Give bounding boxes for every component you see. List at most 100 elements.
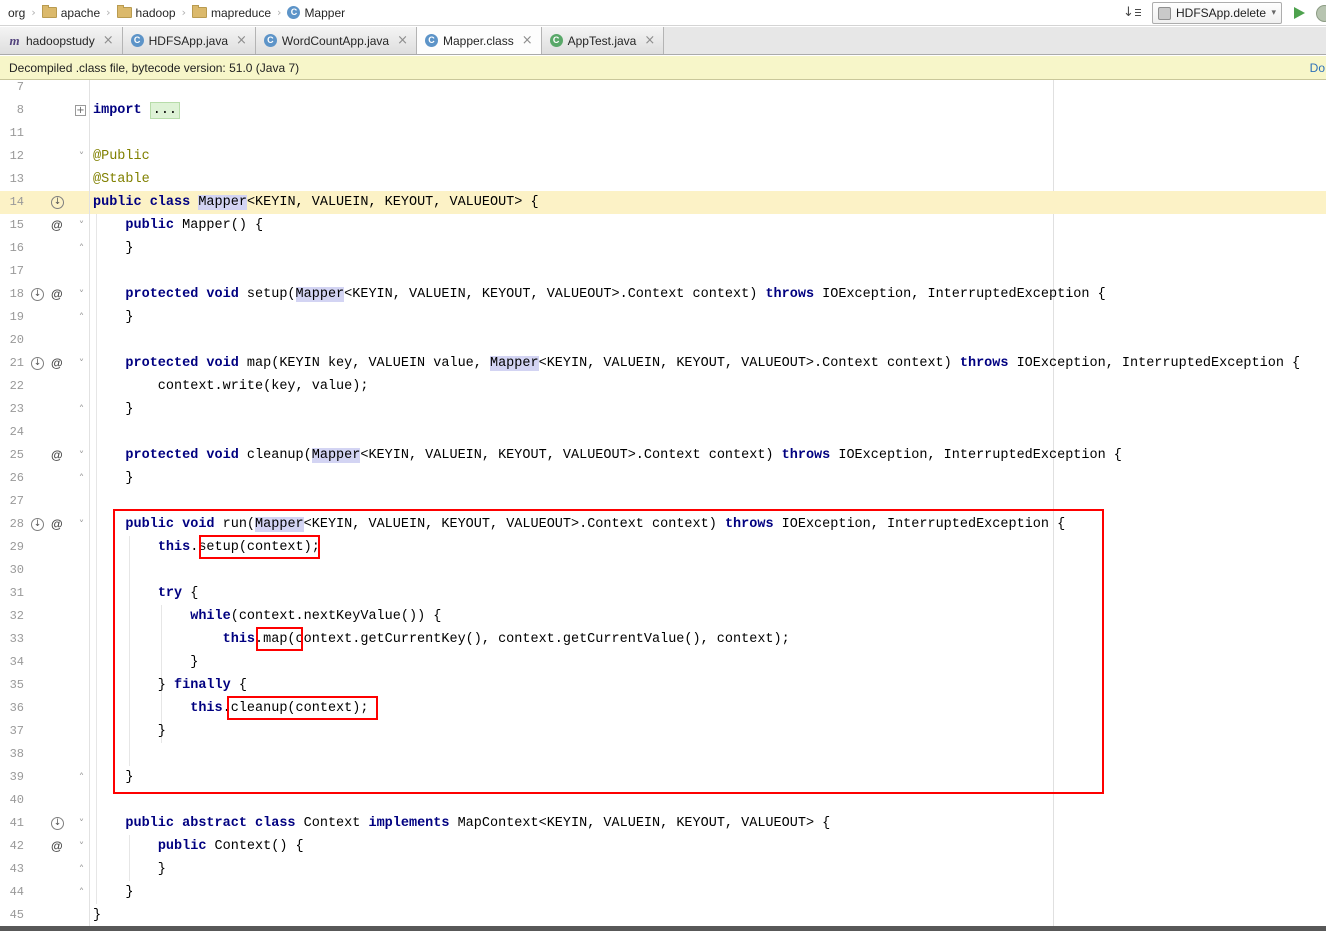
fold-icon[interactable]: ˅ — [75, 812, 88, 835]
code-line[interactable]: } — [90, 306, 134, 329]
tab-hadoopstudy[interactable]: mhadoopstudy× — [0, 27, 123, 54]
toolbar-partial-icon[interactable] — [1316, 5, 1326, 22]
code-line[interactable]: public class Mapper<KEYIN, VALUEIN, KEYO… — [90, 191, 539, 214]
breadcrumb-item-hadoop[interactable]: hadoop — [115, 6, 178, 20]
tab-mapper-class[interactable]: CMapper.class× — [417, 27, 542, 54]
code-line[interactable] — [90, 743, 93, 766]
code-row: 43˄ } — [0, 858, 1326, 881]
close-icon[interactable]: × — [522, 33, 533, 48]
fold-icon[interactable]: ˅ — [75, 352, 88, 375]
code-line[interactable]: } finally { — [90, 674, 247, 697]
fold-icon[interactable]: ˅ — [75, 145, 88, 168]
breadcrumb-item-mapreduce[interactable]: mapreduce — [190, 6, 273, 20]
breadcrumb-item-apache[interactable]: apache — [40, 6, 102, 20]
code-line[interactable]: } — [90, 237, 134, 260]
fold-icon[interactable]: ˅ — [75, 444, 88, 467]
code-line[interactable]: } — [90, 651, 198, 674]
fold-icon[interactable]: ˄ — [75, 237, 88, 260]
code-editor[interactable]: 78+import ...1112˅@Public13@Stable14↓pub… — [0, 80, 1326, 931]
code-line[interactable]: protected void map(KEYIN key, VALUEIN va… — [90, 352, 1300, 375]
close-icon[interactable]: × — [397, 33, 408, 48]
line-number: 41 — [0, 812, 24, 835]
overridden-marker-icon[interactable]: ↓ — [31, 518, 44, 531]
annotation-gutter-icon[interactable]: @ — [51, 287, 63, 301]
code-line[interactable]: } — [90, 858, 166, 881]
code-line[interactable]: @Public — [90, 145, 150, 168]
breadcrumb-separator: › — [106, 6, 110, 19]
code-line[interactable]: } — [90, 904, 101, 927]
code-line[interactable]: protected void setup(Mapper<KEYIN, VALUE… — [90, 283, 1106, 306]
code-line[interactable] — [90, 789, 93, 812]
code-line[interactable]: this.setup(context); — [90, 536, 320, 559]
fold-icon[interactable]: ˅ — [75, 283, 88, 306]
banner-action-link[interactable]: Do — [1310, 61, 1325, 75]
run-config-select[interactable]: HDFSApp.delete ▾ — [1152, 2, 1282, 24]
code-line[interactable] — [90, 490, 93, 513]
fold-icon[interactable]: ˄ — [75, 467, 88, 490]
fold-icon[interactable]: ˄ — [75, 881, 88, 904]
gutter: 15@˅ — [0, 214, 90, 237]
tab-label: Mapper.class — [443, 34, 514, 48]
overridden-marker-icon[interactable]: ↓ — [31, 357, 44, 370]
code-row: 16˄ } — [0, 237, 1326, 260]
code-line[interactable]: import ... — [90, 99, 180, 122]
down-arrow-icon[interactable]: ↓ — [1123, 5, 1143, 21]
code-line[interactable]: } — [90, 881, 134, 904]
code-line[interactable]: @Stable — [90, 168, 150, 191]
annotation-gutter-icon[interactable]: @ — [51, 356, 63, 370]
code-line[interactable]: } — [90, 766, 134, 789]
tab-apptest-java[interactable]: CAppTest.java× — [542, 27, 665, 54]
code-line[interactable] — [90, 421, 93, 444]
overridden-marker-icon[interactable]: ↓ — [51, 817, 64, 830]
fold-icon[interactable]: ˅ — [75, 214, 88, 237]
overridden-marker-icon[interactable]: ↓ — [31, 288, 44, 301]
code-line[interactable] — [90, 559, 93, 582]
fold-icon[interactable]: ˄ — [75, 398, 88, 421]
fold-icon[interactable]: ˅ — [75, 835, 88, 858]
code-line[interactable] — [90, 260, 93, 283]
code-line[interactable]: public abstract class Context implements… — [90, 812, 830, 835]
breadcrumb-item-org[interactable]: org — [6, 6, 27, 20]
code-line[interactable]: } — [90, 467, 134, 490]
code-text: <KEYIN, VALUEIN, KEYOUT, VALUEOUT> { — [247, 195, 539, 210]
expand-icon[interactable]: + — [75, 105, 86, 116]
code-row: 26˄ } — [0, 467, 1326, 490]
overridden-marker-icon[interactable]: ↓ — [51, 196, 64, 209]
annotation-gutter-icon[interactable]: @ — [51, 448, 63, 462]
fold-icon[interactable]: ˄ — [75, 858, 88, 881]
code-line[interactable]: try { — [90, 582, 198, 605]
code-line[interactable] — [90, 122, 93, 145]
code-text: <KEYIN, VALUEIN, KEYOUT, VALUEOUT>.Conte… — [539, 356, 960, 371]
code-line[interactable]: public Mapper() { — [90, 214, 263, 237]
code-line[interactable]: public Context() { — [90, 835, 304, 858]
code-line[interactable] — [90, 329, 93, 352]
code-line[interactable]: public void run(Mapper<KEYIN, VALUEIN, K… — [90, 513, 1065, 536]
tab-hdfsapp-java[interactable]: CHDFSApp.java× — [123, 27, 256, 54]
fold-icon[interactable]: ˅ — [75, 513, 88, 536]
code-line[interactable]: context.write(key, value); — [90, 375, 368, 398]
code-line[interactable]: this.cleanup(context); — [90, 697, 368, 720]
annotation-gutter-icon[interactable]: @ — [51, 839, 63, 853]
code-row: 17 — [0, 260, 1326, 283]
code-line[interactable]: this.map(context.getCurrentKey(), contex… — [90, 628, 790, 651]
close-icon[interactable]: × — [644, 33, 655, 48]
code-text: public abstract class — [125, 816, 295, 831]
code-line[interactable] — [90, 80, 93, 99]
close-icon[interactable]: × — [103, 33, 114, 48]
code-text: implements — [368, 816, 449, 831]
code-row: 25@˅ protected void cleanup(Mapper<KEYIN… — [0, 444, 1326, 467]
annotation-gutter-icon[interactable]: @ — [51, 517, 63, 531]
gutter: 22 — [0, 375, 90, 398]
code-line[interactable]: while(context.nextKeyValue()) { — [90, 605, 441, 628]
annotation-gutter-icon[interactable]: @ — [51, 218, 63, 232]
tab-wordcountapp-java[interactable]: CWordCountApp.java× — [256, 27, 417, 54]
code-line[interactable]: } — [90, 720, 166, 743]
run-button[interactable] — [1291, 5, 1307, 21]
code-line[interactable]: } — [90, 398, 134, 421]
code-text: throws — [765, 287, 814, 302]
code-line[interactable]: protected void cleanup(Mapper<KEYIN, VAL… — [90, 444, 1122, 467]
fold-icon[interactable]: ˄ — [75, 766, 88, 789]
fold-icon[interactable]: ˄ — [75, 306, 88, 329]
close-icon[interactable]: × — [236, 33, 247, 48]
breadcrumb-item-mapper[interactable]: CMapper — [285, 6, 347, 20]
